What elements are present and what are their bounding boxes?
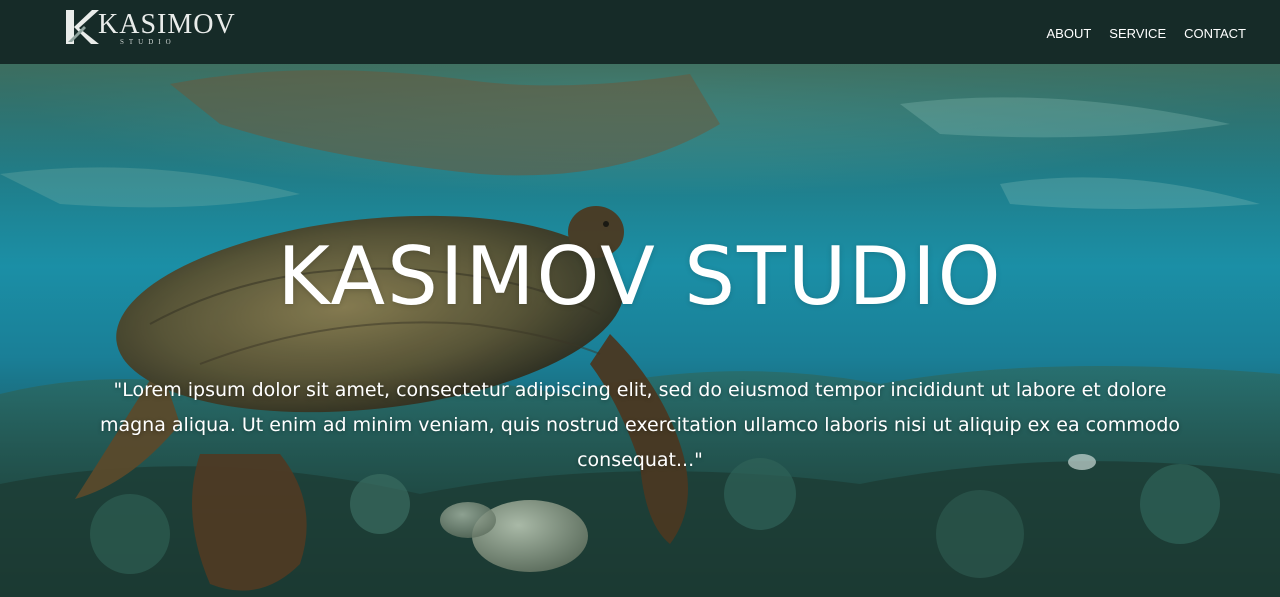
nav-service-link[interactable]: SERVICE — [1109, 25, 1166, 42]
hero-title: KASIMOV STUDIO — [277, 230, 1003, 323]
logo-text: KASIMOV — [98, 9, 236, 40]
site-header: KASIMOV STUDIO ABOUT SERVICE CONTACT — [0, 0, 1280, 64]
main-nav: ABOUT SERVICE CONTACT — [1028, 25, 1246, 42]
logo[interactable]: KASIMOV STUDIO — [64, 8, 235, 48]
hero-quote: "Lorem ipsum dolor sit amet, consectetur… — [99, 379, 1181, 471]
logo-subtitle: STUDIO — [120, 38, 176, 46]
hero-background-image — [0, 64, 1280, 597]
nav-contact-link[interactable]: CONTACT — [1184, 25, 1246, 42]
nav-about-link[interactable]: ABOUT — [1046, 25, 1091, 42]
page: KASIMOV STUDIO ABOUT SERVICE CONTACT KAS… — [0, 0, 1280, 597]
hero-section: KASIMOV STUDIO "Lorem ipsum dolor sit am… — [0, 64, 1280, 597]
logo-k-icon — [66, 10, 99, 44]
